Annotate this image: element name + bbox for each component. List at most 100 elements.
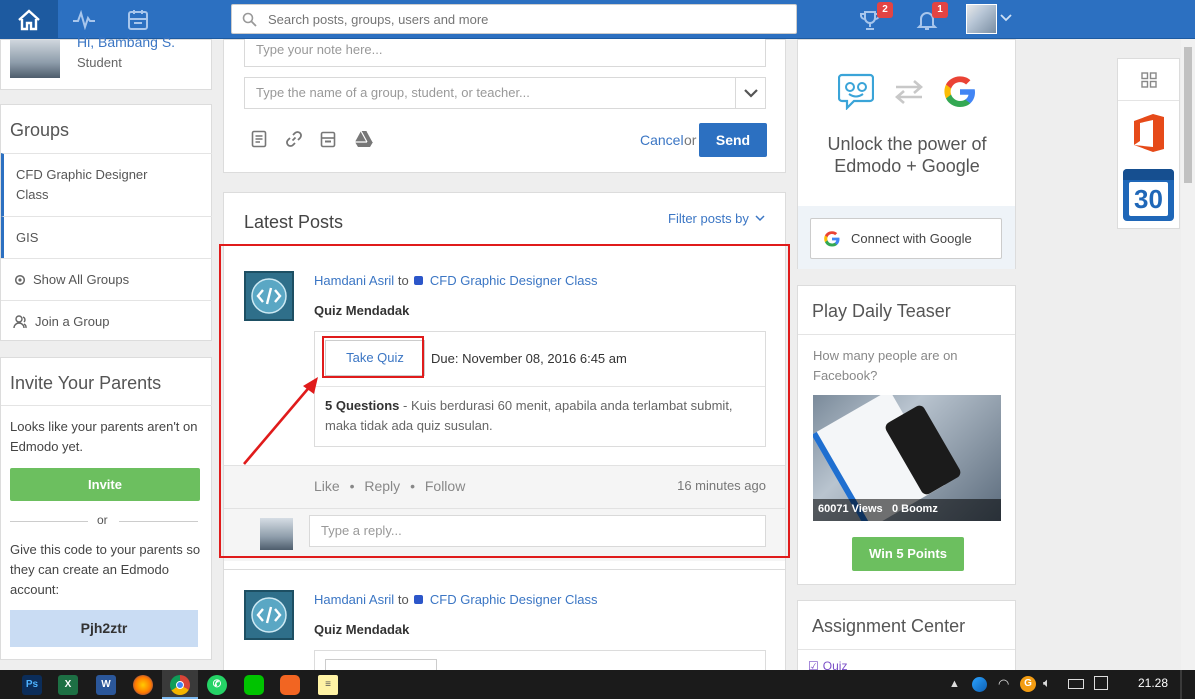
users-icon <box>13 314 27 328</box>
app-launcher: 30 <box>1117 58 1180 229</box>
gear-icon <box>14 274 26 285</box>
search-box[interactable] <box>231 4 797 34</box>
teaser-boomz: 0 Boomz <box>892 503 938 515</box>
tray-chevron-icon[interactable]: ▲ <box>949 678 960 690</box>
firefox-icon[interactable] <box>133 675 153 695</box>
chrome-icon <box>170 675 190 695</box>
app-icon[interactable] <box>280 675 300 695</box>
cancel-link[interactable]: Cancel <box>640 132 684 148</box>
activity-button[interactable] <box>71 7 97 33</box>
group-color-square <box>414 595 424 604</box>
home-button[interactable] <box>0 0 58 39</box>
groups-title: Groups <box>10 120 70 140</box>
groups-card: Groups CFD Graphic Designer Class GIS Sh… <box>0 104 212 341</box>
home-icon <box>18 8 40 30</box>
calendar-day: 30 <box>1129 182 1168 216</box>
page-scrollbar[interactable] <box>1181 39 1195 670</box>
connect-google-label: Connect with Google <box>851 231 972 246</box>
taskbar-clock: 21.28 <box>1138 676 1169 690</box>
notification-badge: 1 <box>932 2 948 18</box>
post-item: Hamdani Asril to CFD Graphic Designer Cl… <box>223 569 786 673</box>
connect-google-button[interactable]: Connect with Google <box>810 218 1002 259</box>
filter-label: Filter posts by <box>668 211 749 226</box>
volume-icon[interactable]: 🔈︎ <box>1043 675 1051 691</box>
show-desktop-button[interactable] <box>1180 670 1182 699</box>
recipient-placeholder: Type the name of a group, student, or te… <box>256 85 530 100</box>
join-group[interactable]: Join a Group <box>1 300 212 342</box>
google-logo-icon <box>944 76 975 107</box>
teaser-views: 60071 Views <box>818 503 883 515</box>
windows-taskbar: Ps X W ✆ ≡ ▲ ◠ G 🔈︎ 21.28 <box>0 670 1195 699</box>
grid-icon <box>1140 71 1157 88</box>
word-icon[interactable]: W <box>96 675 116 695</box>
photoshop-icon[interactable]: Ps <box>22 675 42 695</box>
edmodo-logo-icon <box>838 73 874 110</box>
whatsapp-icon[interactable]: ✆ <box>207 675 227 695</box>
invite-card: Invite Your Parents Looks like your pare… <box>0 357 212 660</box>
filter-posts[interactable]: Filter posts by <box>668 211 765 226</box>
recipient-dropdown[interactable] <box>735 78 765 108</box>
or-text: or <box>684 132 697 148</box>
assignment-title: Assignment Center <box>812 616 966 636</box>
google-card: Unlock the power of Edmodo + Google Conn… <box>797 39 1016 269</box>
invite-text: Looks like your parents aren't on Edmodo… <box>10 419 198 454</box>
code-text: Give this code to your parents so they c… <box>10 542 201 597</box>
recipient-input[interactable]: Type the name of a group, student, or te… <box>244 77 766 109</box>
wifi-icon[interactable]: ◠ <box>998 676 1009 692</box>
post-group[interactable]: CFD Graphic Designer Class <box>430 592 598 607</box>
or-divider: or <box>97 513 108 527</box>
active-task[interactable] <box>162 670 198 699</box>
profile-greeting[interactable]: Hi, Bambang S. <box>77 34 175 50</box>
post-header: Hamdani Asril to CFD Graphic Designer Cl… <box>314 592 598 607</box>
teaser-card: Play Daily Teaser How many people are on… <box>797 285 1016 585</box>
library-icon[interactable] <box>320 130 336 148</box>
note-input[interactable]: Type your note here... <box>244 39 766 67</box>
chevron-down-icon[interactable] <box>1000 14 1012 22</box>
sidebar-item-gis[interactable]: GIS <box>1 216 212 258</box>
line-icon[interactable] <box>244 675 264 695</box>
quiz-attachment <box>314 650 766 673</box>
tray-app-icon[interactable] <box>972 677 987 692</box>
notepad-icon[interactable]: ≡ <box>318 675 338 695</box>
show-all-groups[interactable]: Show All Groups <box>1 258 212 300</box>
swap-arrows-icon <box>895 80 923 104</box>
google-g-icon <box>824 230 840 246</box>
group-name: CFD Graphic Designer Class <box>16 167 148 202</box>
excel-icon[interactable]: X <box>58 675 78 695</box>
keyboard-icon[interactable] <box>1094 676 1108 690</box>
send-button[interactable]: Send <box>699 123 767 157</box>
post-author[interactable]: Hamdani Asril <box>314 592 394 607</box>
office-icon <box>1134 114 1164 152</box>
annotation-box <box>322 336 424 378</box>
tray-g-icon[interactable]: G <box>1020 676 1036 692</box>
profile-card: Hi, Bambang S. Student <box>0 34 212 90</box>
annotation-arrow-icon <box>243 377 318 465</box>
google-drive-icon[interactable] <box>354 130 374 148</box>
sidebar-item-cfd-graphic-designer[interactable]: CFD Graphic Designer Class <box>1 153 212 216</box>
link-icon[interactable] <box>285 130 303 148</box>
teaser-image[interactable]: 60071 Views 0 Boomz <box>813 395 1001 521</box>
group-name: GIS <box>16 230 39 245</box>
avatar[interactable] <box>10 40 60 78</box>
google-headline: Unlock the power of Edmodo + Google <box>827 134 987 176</box>
user-avatar[interactable] <box>966 4 997 34</box>
trophy-badge: 2 <box>877 2 893 18</box>
invite-title: Invite Your Parents <box>10 373 162 393</box>
apps-grid-button[interactable] <box>1118 59 1179 101</box>
teaser-question: How many people are on Facebook? <box>813 348 958 383</box>
win-points-button[interactable]: Win 5 Points <box>852 537 964 571</box>
battery-icon[interactable] <box>1068 679 1084 689</box>
scrollbar-thumb[interactable] <box>1184 47 1192 183</box>
assignment-card: Assignment Center ☑ Quiz <box>797 600 1016 673</box>
top-navbar: 2 1 <box>0 0 1195 39</box>
pulse-icon <box>73 10 95 30</box>
planner-button[interactable] <box>125 7 151 33</box>
search-input[interactable] <box>268 5 788 33</box>
post-title: Quiz Mendadak <box>314 622 410 637</box>
post-avatar[interactable] <box>244 590 294 640</box>
search-icon <box>242 12 257 27</box>
invite-button[interactable]: Invite <box>10 468 200 501</box>
office-app[interactable] <box>1128 109 1170 157</box>
calendar-app[interactable]: 30 <box>1123 169 1174 221</box>
note-icon[interactable] <box>251 130 267 148</box>
